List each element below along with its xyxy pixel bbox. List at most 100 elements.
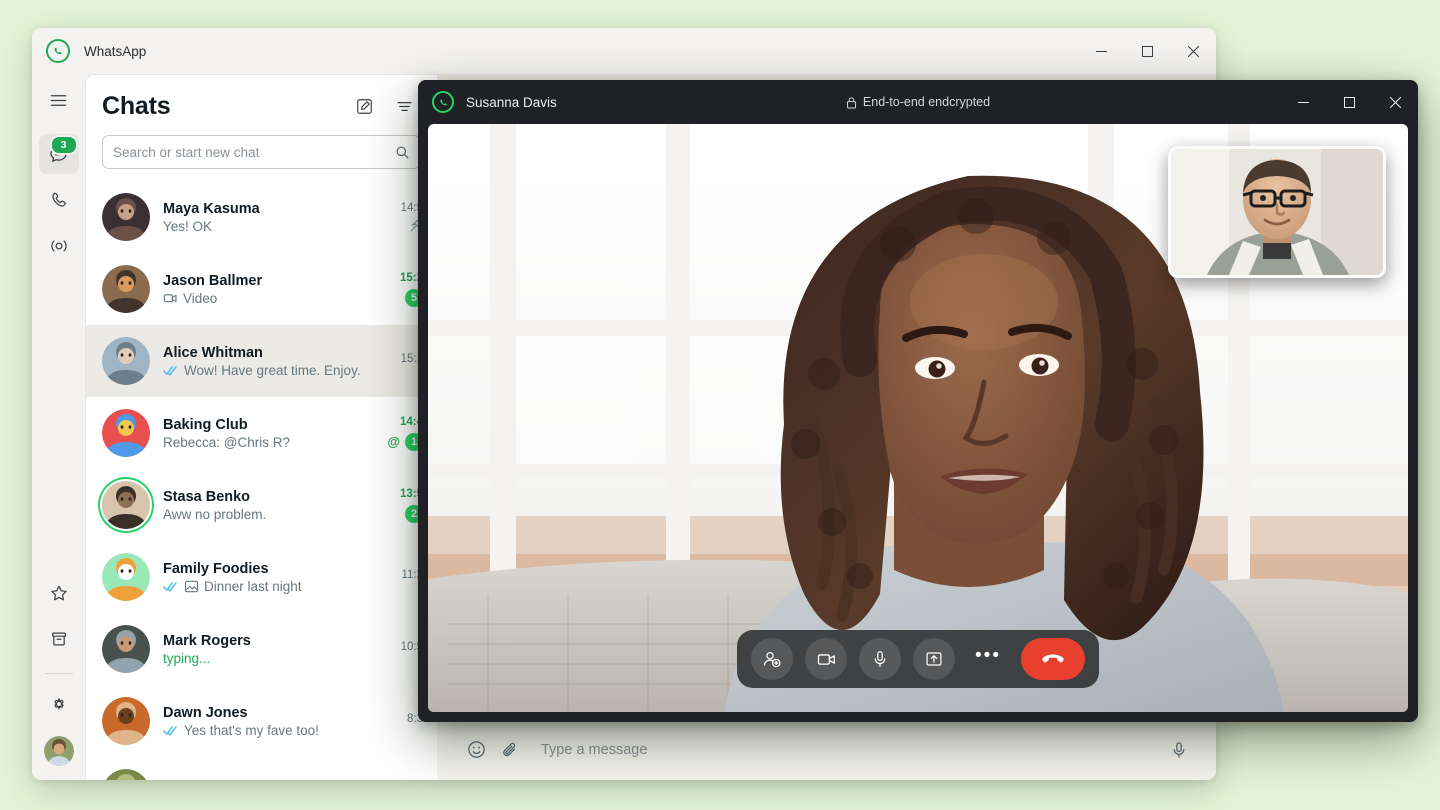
encryption-indicator: End-to-end endcrypted — [418, 95, 1418, 109]
chat-preview-text: Wow! Have great time. Enjoy. — [184, 362, 361, 378]
sidebar-item-chats[interactable]: 3 — [38, 134, 79, 174]
chat-meta: Stasa Benko Aww no problem. — [163, 489, 369, 522]
chat-preview: Yes! OK — [163, 219, 369, 234]
chat-meta: Alice Whitman Wow! Have great time. Enjoy… — [163, 345, 369, 378]
video-icon — [163, 291, 178, 306]
encryption-text: End-to-end endcrypted — [862, 95, 991, 109]
attach-icon[interactable] — [493, 733, 527, 767]
chat-preview-text: Rebecca: @Chris R? — [163, 434, 290, 450]
call-controls-bar: ••• — [737, 630, 1099, 688]
main-window-controls — [1078, 28, 1216, 74]
sidebar-item-status[interactable] — [39, 226, 79, 266]
mention-icon: @ — [387, 434, 400, 449]
chat-row-right: 10:5 — [377, 641, 423, 658]
microphone-icon[interactable] — [1162, 733, 1196, 767]
chat-preview-text: Aww no problem. — [163, 506, 267, 522]
navigation-rail: 3 — [32, 74, 85, 780]
add-person-icon[interactable] — [751, 638, 793, 680]
hamburger-menu-button[interactable] — [39, 80, 79, 120]
chat-name: Baking Club — [163, 416, 248, 433]
chat-list-panel: Chats Search or start new chat Maya Kasu… — [85, 74, 437, 780]
self-video-preview[interactable] — [1168, 146, 1386, 278]
profile-avatar[interactable] — [43, 736, 74, 766]
chat-list-item[interactable]: Alice Whitman Wow! Have great time. Enjoy… — [86, 325, 437, 397]
message-input[interactable] — [541, 741, 1162, 758]
maximize-button[interactable] — [1124, 28, 1170, 74]
search-area — [86, 127, 437, 179]
share-screen-icon[interactable] — [913, 638, 955, 680]
chat-list-item[interactable]: Mark Rogers typing... 10:5 — [86, 613, 437, 685]
chat-avatar — [102, 265, 150, 313]
chat-avatar — [102, 337, 150, 385]
more-dots-icon[interactable]: ••• — [967, 638, 1009, 680]
call-titlebar: Susanna Davis End-to-end endcrypted — [418, 80, 1418, 124]
read-receipt-icon — [163, 725, 179, 736]
chat-preview: Dinner last night — [163, 579, 369, 594]
chat-preview: Video — [163, 291, 369, 306]
chat-name: Maya Kasuma — [163, 200, 260, 217]
lock-icon — [846, 96, 857, 109]
sidebar-item-calls[interactable] — [39, 180, 79, 220]
chat-meta: Baking Club Rebecca: @Chris R? — [163, 417, 369, 450]
chat-list-item[interactable]: Stasa Benko Aww no problem. 13:5 2 — [86, 469, 437, 541]
sidebar-item-archived[interactable] — [39, 619, 79, 659]
whatsapp-logo-icon — [432, 91, 454, 113]
chat-panel-actions — [347, 89, 421, 123]
chats-unread-badge: 3 — [49, 135, 78, 155]
chat-avatar — [102, 553, 150, 601]
chat-avatar — [102, 697, 150, 745]
chat-list[interactable]: Maya Kasuma Yes! OK 14:5 Jason Ballmer Video… — [86, 179, 437, 780]
sidebar-item-starred[interactable] — [39, 573, 79, 613]
video-camera-icon[interactable] — [805, 638, 847, 680]
chat-list-item[interactable]: Baking Club Rebecca: @Chris R? 14:4 @1 — [86, 397, 437, 469]
chat-avatar — [102, 409, 150, 457]
chat-meta: Dawn Jones Yes that's my fave too! — [163, 705, 369, 738]
main-titlebar: WhatsApp — [32, 28, 1216, 74]
read-receipt-icon — [163, 365, 179, 376]
filter-chats-button[interactable] — [387, 89, 421, 123]
search-input[interactable] — [113, 144, 395, 160]
search-box[interactable] — [102, 135, 421, 169]
rail-divider — [44, 673, 73, 674]
close-button[interactable] — [1170, 28, 1216, 74]
chat-row-right: 14:4 @1 — [377, 416, 423, 451]
new-chat-button[interactable] — [347, 89, 381, 123]
chat-name: Jason Ballmer — [163, 272, 263, 289]
chat-avatar — [102, 769, 150, 780]
chat-list-item[interactable]: Jason Ballmer Video 15:2 5 — [86, 253, 437, 325]
chat-preview-text: Yes that's my fave too! — [184, 722, 319, 738]
chat-name: Alice Whitman — [163, 344, 263, 361]
sidebar-item-settings[interactable] — [39, 684, 79, 724]
call-minimize-button[interactable] — [1280, 80, 1326, 124]
chat-list-item[interactable]: Family Foodies Dinner last night 11:2 — [86, 541, 437, 613]
emoji-icon[interactable] — [459, 733, 493, 767]
call-close-button[interactable] — [1372, 80, 1418, 124]
chat-meta: Mark Rogers typing... — [163, 633, 369, 666]
chat-preview: typing... — [163, 651, 369, 666]
call-window-controls — [1280, 80, 1418, 124]
minimize-button[interactable] — [1078, 28, 1124, 74]
chat-list-item[interactable]: Dawn Jones Yes that's my fave too! 8:3 — [86, 685, 437, 757]
microphone-icon[interactable] — [859, 638, 901, 680]
chat-name: Dawn Jones — [163, 704, 248, 721]
chat-name: Family Foodies — [163, 560, 269, 577]
chat-list-item[interactable]: Maya Kasuma Yes! OK 14:5 — [86, 181, 437, 253]
chat-preview-text: Video — [183, 290, 218, 306]
chat-list-item[interactable]: Ziggy Woodley9:43 — [86, 757, 437, 780]
chat-meta: Family Foodies Dinner last night — [163, 561, 369, 594]
read-receipt-icon — [163, 581, 179, 592]
chat-row-right: 11:2 — [377, 569, 423, 586]
chat-preview: Yes that's my fave too! — [163, 723, 369, 738]
end-call-icon[interactable] — [1021, 638, 1085, 680]
app-title: WhatsApp — [84, 43, 147, 59]
call-video-stage: ••• — [428, 124, 1408, 712]
chat-row-right: 8:3 — [377, 713, 423, 730]
call-maximize-button[interactable] — [1326, 80, 1372, 124]
whatsapp-logo-icon — [46, 39, 70, 63]
chat-meta: Jason Ballmer Video — [163, 273, 369, 306]
chat-preview-text: Dinner last night — [204, 578, 302, 594]
page-title: Chats — [102, 91, 171, 120]
chat-panel-header: Chats — [86, 75, 437, 127]
chat-row-right: 15:2 5 — [377, 272, 423, 307]
call-peer-name: Susanna Davis — [466, 94, 557, 110]
